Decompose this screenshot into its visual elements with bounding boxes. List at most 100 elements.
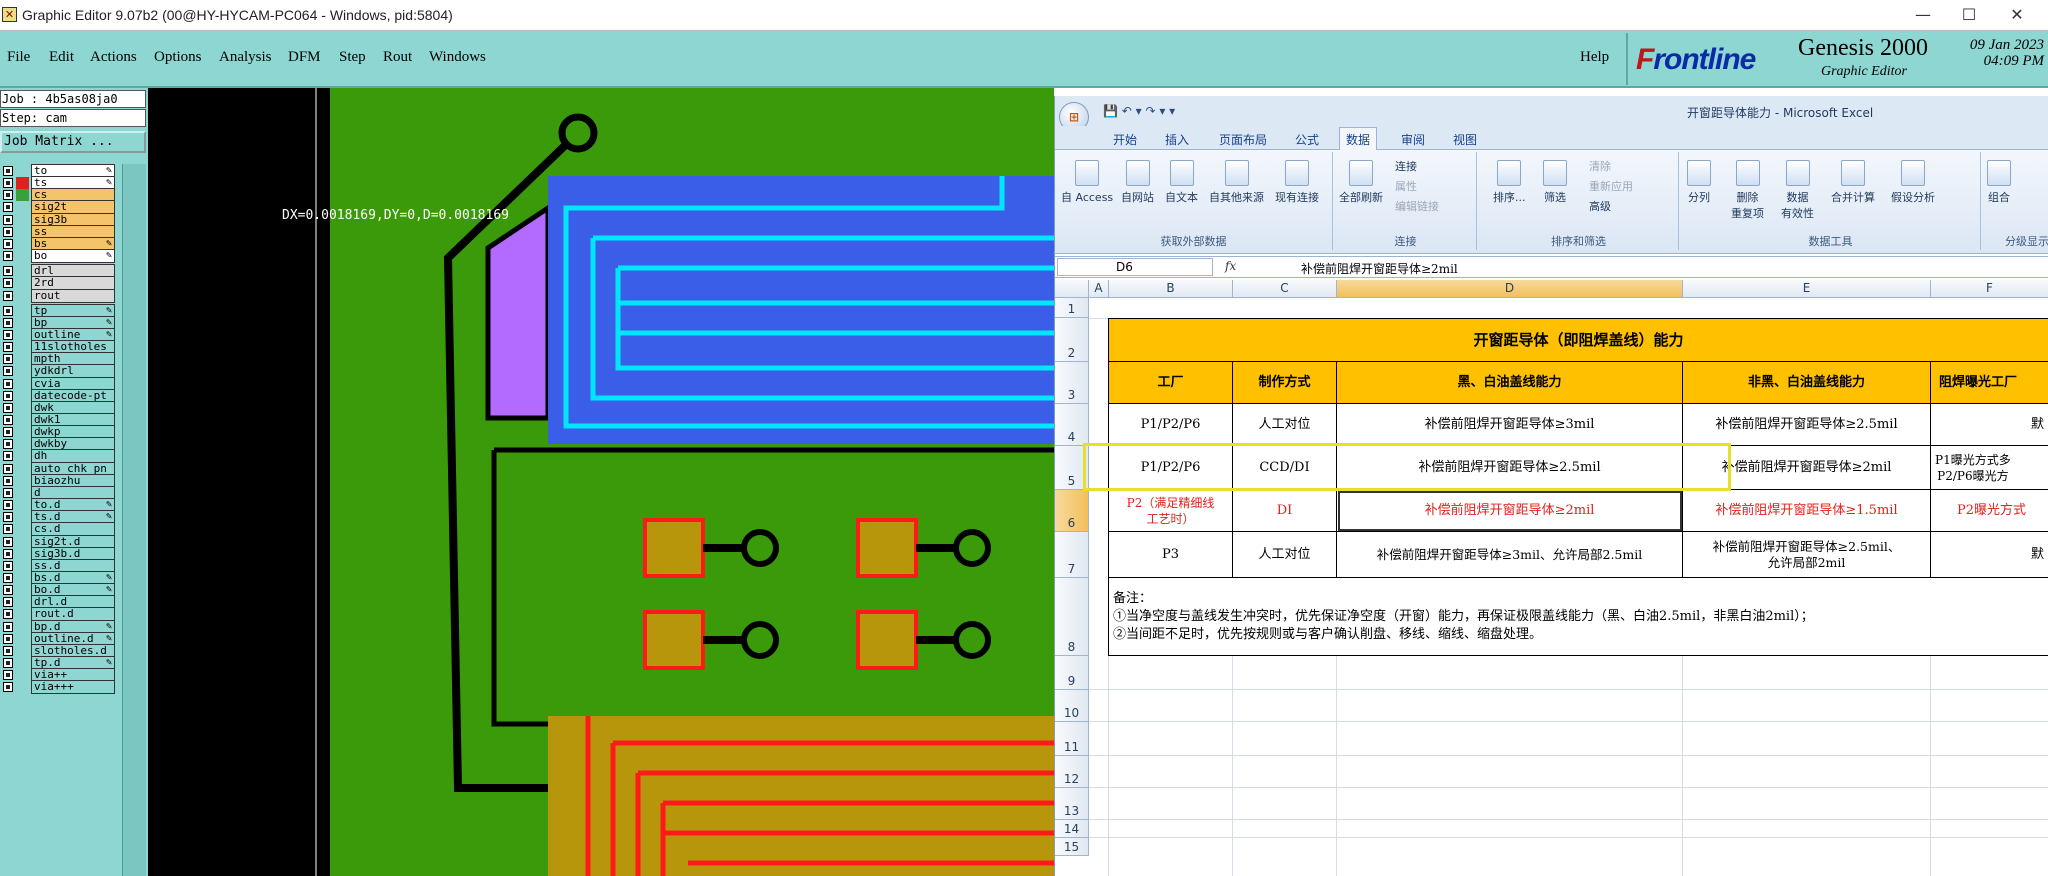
from-other-sources-button[interactable]: 自其他来源 (1209, 160, 1264, 205)
row-header-10[interactable]: 10 (1055, 690, 1089, 722)
row-header-11[interactable]: 11 (1055, 722, 1089, 756)
layer-row-via-[interactable]: via+++ (0, 680, 118, 695)
column-header-a[interactable]: A (1089, 280, 1109, 298)
layer-color-swatch[interactable] (16, 289, 29, 302)
layer-checkbox[interactable] (3, 621, 13, 632)
menu-rout[interactable]: Rout (383, 49, 412, 66)
r7-factory[interactable]: P3 (1109, 532, 1233, 578)
layer-checkbox[interactable] (3, 633, 13, 644)
refresh-all-button[interactable]: 全部刷新 (1339, 160, 1383, 205)
layer-row-rout[interactable]: rout (0, 288, 118, 303)
layer-checkbox[interactable] (3, 166, 13, 176)
select-all-corner[interactable] (1055, 280, 1089, 298)
layer-color-swatch[interactable] (16, 250, 29, 263)
fx-icon[interactable]: fx (1225, 259, 1236, 273)
layer-row-bo[interactable]: bo ✎ (0, 249, 118, 264)
row-header-2[interactable]: 2 (1055, 318, 1089, 362)
row-header-14[interactable]: 14 (1055, 820, 1089, 838)
layer-checkbox[interactable] (3, 366, 13, 377)
table-title[interactable]: 开窗距导体（即阻焊盖线）能力 (1109, 319, 2048, 362)
layer-checkbox[interactable] (3, 402, 13, 413)
row-header-9[interactable]: 9 (1055, 656, 1089, 690)
job-matrix-button[interactable]: Job Matrix ... (0, 131, 146, 153)
row-header-6[interactable]: 6 (1055, 490, 1089, 532)
row-header-4[interactable]: 4 (1055, 404, 1089, 446)
layer-checkbox[interactable] (3, 317, 13, 328)
menu-actions[interactable]: Actions (90, 49, 137, 66)
graphics-canvas[interactable]: DX=0.0018169,DY=0,D=0.0018169 (148, 88, 1054, 876)
r4-method[interactable]: 人工对位 (1233, 404, 1337, 446)
r4-bw-ink[interactable]: 补偿前阻焊开窗距导体≥3mil (1337, 404, 1683, 446)
sort-button[interactable]: 排序... (1493, 160, 1526, 205)
layer-color-swatch[interactable] (16, 681, 29, 694)
layer-checkbox[interactable] (3, 548, 13, 559)
layer-checkbox[interactable] (3, 226, 13, 237)
tab-insert[interactable]: 插入 (1165, 131, 1189, 148)
layer-checkbox[interactable] (3, 354, 13, 365)
text-to-columns-button[interactable]: 分列 (1687, 160, 1711, 205)
tab-data[interactable]: 数据 (1339, 127, 1378, 152)
menu-analysis[interactable]: Analysis (219, 49, 272, 66)
column-header-d[interactable]: D (1337, 280, 1683, 298)
layer-checkbox[interactable] (3, 190, 13, 201)
minimize-button[interactable]: — (1900, 2, 1946, 28)
layer-checkbox[interactable] (3, 251, 13, 262)
layer-checkbox[interactable] (3, 238, 13, 249)
connections-button[interactable]: 连接 (1395, 158, 1417, 174)
layer-checkbox[interactable] (3, 415, 13, 425)
layer-checkbox[interactable] (3, 439, 13, 450)
layer-list-scrollbar[interactable] (122, 164, 146, 876)
quick-access-toolbar[interactable]: 💾 ↶ ▾ ↷ ▾ ▾ (1103, 104, 1175, 118)
formula-input[interactable]: 补偿前阻焊开窗距导体≥2mil (1301, 260, 1458, 277)
layer-checkbox[interactable] (3, 560, 13, 571)
layer-checkbox[interactable] (3, 609, 13, 620)
layer-name[interactable]: bo ✎ (31, 249, 115, 264)
column-header-e[interactable]: E (1683, 280, 1931, 298)
maximize-button[interactable]: ☐ (1946, 2, 1992, 28)
column-header-c[interactable]: C (1233, 280, 1337, 298)
what-if-button[interactable]: 假设分析 (1891, 160, 1935, 205)
tab-home[interactable]: 开始 (1113, 131, 1137, 148)
layer-checkbox[interactable] (3, 202, 13, 213)
r5-exposure[interactable]: P1曝光方式多 P2/P6曝光方 (1931, 446, 2048, 490)
r7-method[interactable]: 人工对位 (1233, 532, 1337, 578)
layer-checkbox[interactable] (3, 278, 13, 289)
worksheet-grid[interactable]: A B C D E F 1 2 3 4 5 6 7 8 9 10 11 12 1… (1055, 280, 2048, 876)
header-non-black-white-ink[interactable]: 非黑、白油盖线能力 (1683, 362, 1931, 404)
menu-file[interactable]: File (7, 49, 30, 66)
existing-connections-button[interactable]: 现有连接 (1275, 160, 1319, 205)
layer-checkbox[interactable] (3, 266, 13, 277)
layer-checkbox[interactable] (3, 427, 13, 438)
group-button[interactable]: 组合 (1987, 160, 2011, 205)
layer-checkbox[interactable] (3, 178, 13, 189)
layer-checkbox[interactable] (3, 214, 13, 225)
layer-checkbox[interactable] (3, 572, 13, 583)
row-header-15[interactable]: 15 (1055, 838, 1089, 856)
menu-edit[interactable]: Edit (49, 49, 74, 66)
menu-options[interactable]: Options (154, 49, 202, 66)
menu-help[interactable]: Help (1580, 49, 1609, 66)
row-header-1[interactable]: 1 (1055, 298, 1089, 318)
r7-exposure[interactable]: 默 (1931, 532, 2048, 578)
layer-checkbox[interactable] (3, 645, 13, 656)
consolidate-button[interactable]: 合并计算 (1831, 160, 1875, 205)
row-header-3[interactable]: 3 (1055, 362, 1089, 404)
row-header-13[interactable]: 13 (1055, 788, 1089, 820)
layer-name[interactable]: rout (31, 288, 115, 303)
remove-duplicates-button[interactable]: 删除 重复项 (1731, 160, 1764, 221)
layer-checkbox[interactable] (3, 378, 13, 389)
layer-checkbox[interactable] (3, 290, 13, 301)
r6-bw-ink-selected[interactable]: 补偿前阻焊开窗距导体≥2mil (1337, 490, 1683, 532)
properties-button[interactable]: 属性 (1395, 178, 1417, 194)
r4-exposure[interactable]: 默 (1931, 404, 2048, 446)
advanced-button[interactable]: 高级 (1589, 198, 1611, 214)
layer-checkbox[interactable] (3, 524, 13, 535)
layer-checkbox[interactable] (3, 670, 13, 681)
row-header-8[interactable]: 8 (1055, 578, 1089, 656)
tab-review[interactable]: 审阅 (1401, 131, 1425, 148)
layer-name[interactable]: via+++ (31, 680, 115, 695)
layer-checkbox[interactable] (3, 658, 13, 668)
reapply-button[interactable]: 重新应用 (1589, 178, 1633, 194)
name-box[interactable]: D6 (1057, 258, 1213, 276)
from-web-button[interactable]: 自网站 (1121, 160, 1154, 205)
